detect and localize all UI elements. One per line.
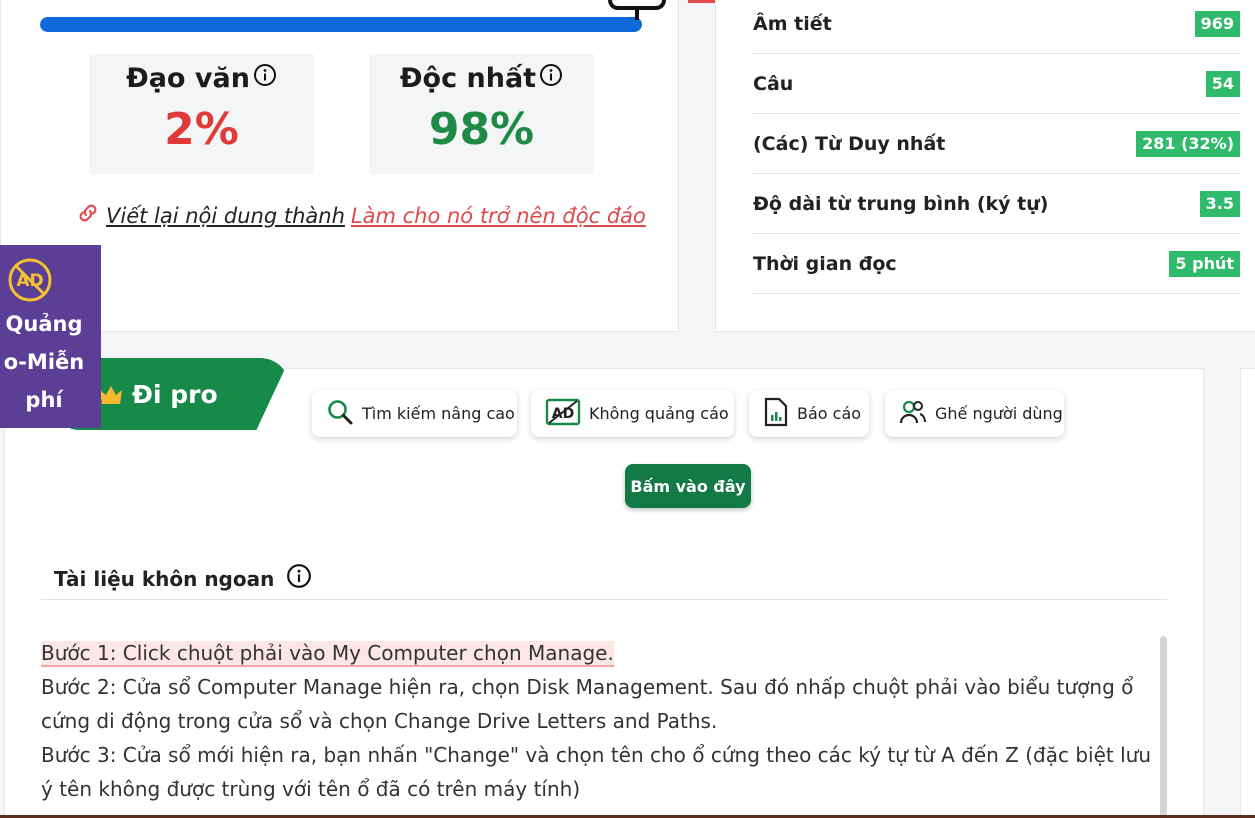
- stat-label: Âm tiết: [753, 12, 832, 35]
- document-scrollbar[interactable]: [1160, 636, 1167, 818]
- plagiarism-progress-fill: [40, 17, 642, 32]
- ad-free-badge[interactable]: AD Quảng o-Miễn phí: [0, 245, 101, 428]
- document-paragraph: Bước 2: Cửa sổ Computer Manage hiện ra, …: [41, 675, 1134, 733]
- unique-label: Độc nhất: [399, 63, 537, 94]
- document-text: Bước 1: Click chuột phải vào My Computer…: [41, 636, 1151, 806]
- stat-label: Thời gian đọc: [753, 252, 897, 275]
- info-icon[interactable]: [539, 63, 563, 87]
- users-icon: [899, 399, 927, 429]
- stat-row-sentences: Câu 54: [753, 54, 1240, 114]
- stat-label: Câu: [753, 72, 794, 95]
- divider: [41, 599, 1167, 600]
- stat-badge: 969: [1194, 10, 1240, 37]
- unique-percent: 98%: [428, 104, 535, 155]
- stat-label: Độ dài từ trung bình (ký tự): [753, 192, 1049, 215]
- feature-report[interactable]: Báo cáo: [749, 390, 869, 437]
- no-ads-icon: AD: [545, 397, 581, 431]
- plagiarism-label: Đạo văn: [126, 63, 250, 94]
- stat-label: (Các) Từ Duy nhất: [753, 132, 946, 155]
- feature-label: Không quảng cáo: [589, 404, 729, 423]
- side-card: [1240, 368, 1255, 818]
- stat-row-syllables: Âm tiết 969: [753, 0, 1240, 54]
- go-pro-label: Đi pro: [132, 380, 218, 409]
- unique-score-box: Độc nhất 98%: [369, 54, 594, 174]
- stat-badge: 281 (32%): [1136, 130, 1240, 157]
- info-icon[interactable]: [286, 563, 312, 594]
- make-unique-link[interactable]: Làm cho nó trở nên độc đáo: [351, 204, 646, 228]
- feature-user-seats[interactable]: Ghế người dùng: [885, 390, 1064, 437]
- no-ads-icon: AD: [7, 257, 53, 307]
- crown-icon: [98, 384, 124, 410]
- document-title: Tài liệu khôn ngoan: [54, 563, 312, 594]
- stat-badge: 54: [1205, 70, 1240, 97]
- svg-text:AD: AD: [552, 406, 574, 422]
- feature-advanced-search[interactable]: Tìm kiếm nâng cao: [312, 390, 517, 437]
- stat-badge: 5 phút: [1169, 250, 1240, 277]
- ad-free-text: Quảng o-Miễn phí: [3, 312, 85, 412]
- rewrite-link-row[interactable]: Viết lại nội dung thành Làm cho nó trở n…: [76, 201, 646, 230]
- report-icon: [763, 397, 789, 431]
- stat-row-reading-time: Thời gian đọc 5 phút: [753, 234, 1240, 294]
- plagiarism-score-box: Đạo văn 2%: [89, 54, 314, 174]
- plagiarism-progress-bar: [40, 17, 642, 32]
- feature-label: Ghế người dùng: [935, 404, 1063, 423]
- feature-label: Tìm kiếm nâng cao: [362, 404, 515, 423]
- info-icon[interactable]: [253, 63, 277, 87]
- stat-row-unique-words: (Các) Từ Duy nhất 281 (32%): [753, 114, 1240, 174]
- plagiarism-percent: 2%: [164, 104, 239, 155]
- rewrite-prefix-link[interactable]: Viết lại nội dung thành: [106, 204, 345, 228]
- feature-label: Báo cáo: [797, 404, 862, 423]
- document-title-text: Tài liệu khôn ngoan: [54, 566, 275, 591]
- text-stats-card: Âm tiết 969 Câu 54 (Các) Từ Duy nhất 281…: [715, 0, 1255, 332]
- highlighted-sentence[interactable]: Bước 1: Click chuột phải vào My Computer…: [41, 641, 614, 667]
- progress-marker-icon: [608, 0, 666, 20]
- feature-no-ads[interactable]: AD Không quảng cáo: [531, 390, 734, 437]
- click-here-button[interactable]: Bấm vào đây: [625, 464, 751, 508]
- search-icon: [326, 398, 354, 430]
- document-paragraph: Bước 3: Cửa sổ mới hiện ra, bạn nhấn "Ch…: [41, 743, 1151, 801]
- stat-badge: 3.5: [1199, 190, 1240, 217]
- stat-row-avg-word-length: Độ dài từ trung bình (ký tự) 3.5: [753, 174, 1240, 234]
- link-icon: [76, 201, 100, 230]
